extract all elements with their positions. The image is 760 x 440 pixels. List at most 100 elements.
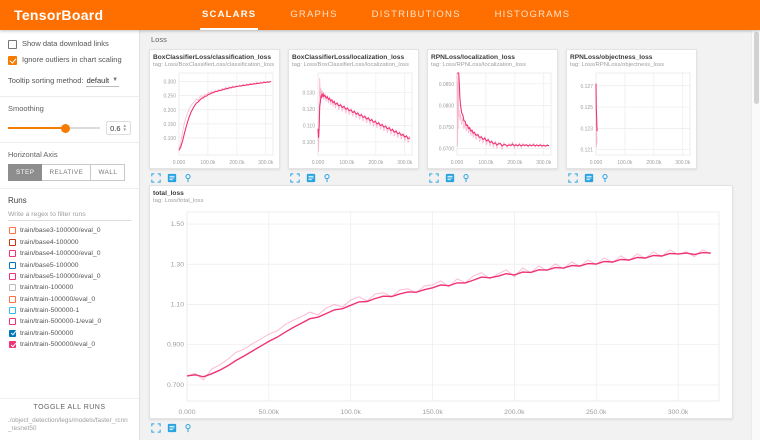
pin-chart-icon[interactable] <box>461 173 471 183</box>
horizontal-axis-label: Horizontal Axis <box>8 150 131 159</box>
line-chart[interactable]: 0.1000.1100.1200.1300.000100.0k200.0k300… <box>292 70 416 166</box>
sidebar: Show data download links Ignore outliers … <box>0 30 140 440</box>
tab-scalars[interactable]: SCALARS <box>200 0 258 30</box>
run-checkbox[interactable] <box>9 318 16 325</box>
svg-text:1.30: 1.30 <box>171 261 184 268</box>
svg-text:0.000: 0.000 <box>590 160 603 166</box>
data-series-icon[interactable] <box>167 423 177 433</box>
expand-chart-icon[interactable] <box>290 173 300 183</box>
chart-card: RPNLoss/objectness_loss tag: Loss/RPNLos… <box>566 49 697 169</box>
svg-text:0.300: 0.300 <box>163 79 176 85</box>
run-checkbox[interactable] <box>9 284 16 291</box>
run-list-item[interactable]: train/train-500000/eval_0 <box>8 339 131 350</box>
chart-card-actions <box>149 419 744 433</box>
page-scrollbar-thumb[interactable] <box>754 32 759 104</box>
line-chart[interactable]: 0.7000.9001.101.301.500.00050.00k100.0k1… <box>153 206 729 416</box>
expand-chart-icon[interactable] <box>151 423 161 433</box>
run-label: train/train-100000/eval_0 <box>20 296 95 303</box>
line-chart[interactable]: 0.07000.07500.08000.08500.000100.0k200.0… <box>431 70 555 166</box>
svg-text:1.10: 1.10 <box>171 301 184 308</box>
run-checkbox[interactable] <box>9 227 16 234</box>
big-chart-slot: total_loss tag: Loss/total_loss 0.7000.9… <box>149 183 744 433</box>
checkbox-label: Show data download links <box>22 39 109 48</box>
app-title: TensorBoard <box>14 7 200 23</box>
line-chart[interactable]: 0.1000.1500.2000.2500.3000.000100.0k200.… <box>153 70 277 166</box>
run-list-item[interactable]: train/base4-100000/eval_0 <box>8 248 131 259</box>
run-list-item[interactable]: train/base4-100000 <box>8 237 131 248</box>
svg-text:300.0k: 300.0k <box>536 160 552 166</box>
checkbox[interactable] <box>8 40 17 49</box>
line-chart[interactable]: 0.1210.1230.1250.1270.000100.0k200.0k300… <box>570 70 694 166</box>
run-list-item[interactable]: train/train-500000 <box>8 328 131 339</box>
data-series-icon[interactable] <box>167 173 177 183</box>
expand-chart-icon[interactable] <box>151 173 161 183</box>
divider <box>0 96 139 97</box>
svg-text:0.700: 0.700 <box>167 382 184 389</box>
svg-text:0.000: 0.000 <box>312 160 325 166</box>
svg-text:0.0800: 0.0800 <box>439 103 455 109</box>
pin-chart-icon[interactable] <box>322 173 332 183</box>
runs-list[interactable]: train/base3-100000/eval_0 train/base4-10… <box>8 225 131 394</box>
divider <box>0 142 139 143</box>
run-checkbox[interactable] <box>9 250 16 257</box>
runs-filter-input[interactable] <box>8 209 131 221</box>
run-list-item[interactable]: train/train-100000/eval_0 <box>8 294 131 305</box>
spinner-arrows-icon[interactable]: ▲▼ <box>123 124 127 132</box>
svg-text:200.0k: 200.0k <box>229 160 245 166</box>
run-list-item[interactable]: train/base5-100000/eval_0 <box>8 271 131 282</box>
tab-graphs[interactable]: GRAPHS <box>288 0 339 30</box>
chart-title: RPNLoss/objectness_loss <box>570 54 693 61</box>
axis-relative-button[interactable]: RELATIVE <box>42 164 91 181</box>
run-checkbox[interactable] <box>9 307 16 314</box>
pin-chart-icon[interactable] <box>600 173 610 183</box>
chart-title: total_loss <box>153 190 729 197</box>
run-list-item[interactable]: train/base5-100000 <box>8 259 131 270</box>
page-scrollbar[interactable] <box>751 30 760 440</box>
run-checkbox[interactable] <box>9 239 16 246</box>
tooltip-sorting-select[interactable]: default ▼ <box>86 75 119 87</box>
sidebar-checkbox-row[interactable]: Ignore outliers in chart scaling <box>8 55 131 65</box>
run-label: train/train-500000/eval_0 <box>20 341 95 348</box>
run-label: train/base5-100000 <box>20 262 79 269</box>
run-checkbox[interactable] <box>9 273 16 280</box>
sidebar-checkbox-row[interactable]: Show data download links <box>8 39 131 49</box>
checkbox[interactable] <box>8 56 17 65</box>
chart-subtitle: tag: Loss/RPNLoss/localization_loss <box>431 62 554 68</box>
run-checkbox[interactable] <box>9 330 16 337</box>
svg-text:0.150: 0.150 <box>163 122 176 128</box>
svg-text:0.0750: 0.0750 <box>439 125 455 131</box>
tab-distributions[interactable]: DISTRIBUTIONS <box>370 0 463 30</box>
run-list-item[interactable]: train/train-500000-1 <box>8 305 131 316</box>
run-checkbox[interactable] <box>9 341 16 348</box>
smoothing-slider-thumb[interactable] <box>61 124 70 133</box>
smoothing-slider[interactable] <box>8 127 100 129</box>
data-series-icon[interactable] <box>445 173 455 183</box>
data-series-icon[interactable] <box>306 173 316 183</box>
axis-wall-button[interactable]: WALL <box>91 164 125 181</box>
run-checkbox[interactable] <box>9 296 16 303</box>
pin-chart-icon[interactable] <box>183 423 193 433</box>
svg-text:0.900: 0.900 <box>167 342 184 349</box>
expand-chart-icon[interactable] <box>429 173 439 183</box>
run-list-item[interactable]: train/train-500000-1/eval_0 <box>8 316 131 327</box>
data-series-icon[interactable] <box>584 173 594 183</box>
category-label: Loss <box>151 35 744 44</box>
chart-title: BoxClassifierLoss/localization_loss <box>292 54 415 61</box>
chart-card: BoxClassifierLoss/classification_loss ta… <box>149 49 280 169</box>
smoothing-value-input[interactable]: 0.6 ▲▼ <box>106 121 131 135</box>
run-checkbox[interactable] <box>9 262 16 269</box>
pin-chart-icon[interactable] <box>183 173 193 183</box>
tab-histograms[interactable]: HISTOGRAMS <box>493 0 573 30</box>
svg-text:0.0850: 0.0850 <box>439 82 455 88</box>
chart-cell: BoxClassifierLoss/localization_loss tag:… <box>288 49 419 183</box>
run-list-item[interactable]: train/train-100000 <box>8 282 131 293</box>
toggle-all-runs-button[interactable]: TOGGLE ALL RUNS <box>0 398 139 415</box>
run-list-item[interactable]: train/base3-100000/eval_0 <box>8 225 131 236</box>
chart-subtitle: tag: Loss/RPNLoss/objectness_loss <box>570 62 693 68</box>
svg-text:0.000: 0.000 <box>173 160 186 166</box>
expand-chart-icon[interactable] <box>568 173 578 183</box>
chart-subtitle: tag: Loss/BoxClassifierLoss/localization… <box>292 62 415 68</box>
svg-text:300.0k: 300.0k <box>258 160 274 166</box>
axis-step-button[interactable]: STEP <box>8 164 42 181</box>
svg-text:200.0k: 200.0k <box>368 160 384 166</box>
